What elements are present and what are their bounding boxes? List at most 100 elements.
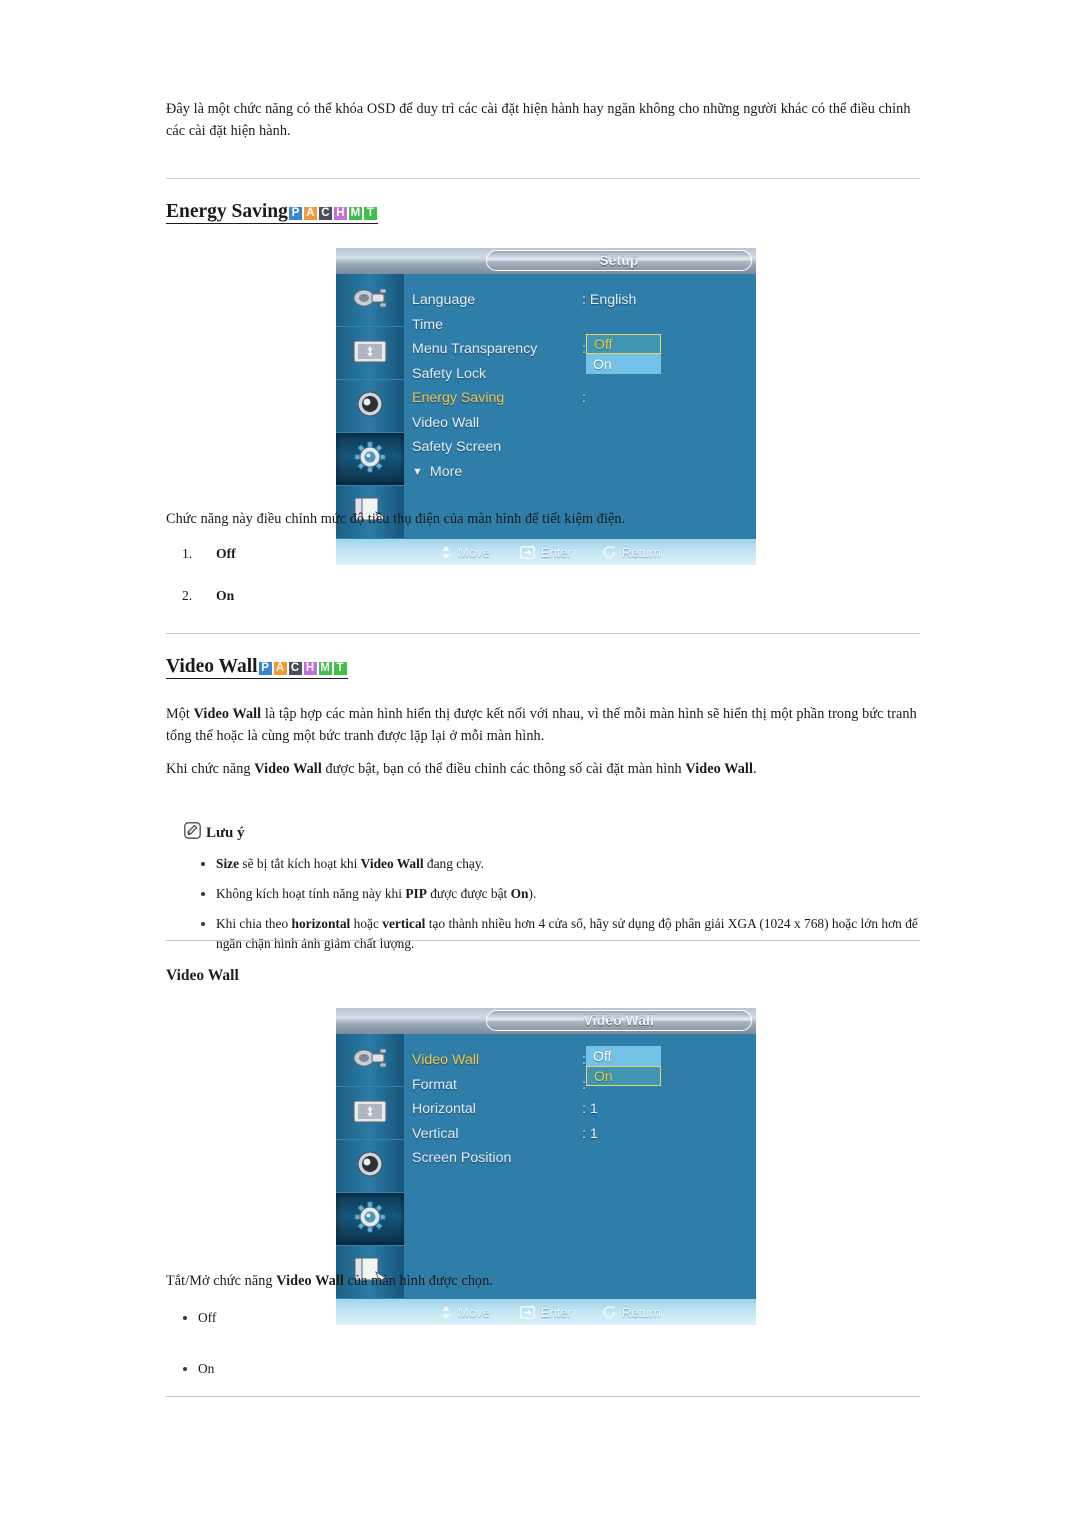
bold-text: Video Wall xyxy=(254,761,322,777)
energy-saving-option-list: 1. Off 2. On xyxy=(166,546,666,630)
osd-menu-row[interactable]: Energy Saving: xyxy=(404,386,756,411)
section-divider-1 xyxy=(166,178,920,179)
osd-menu-row-value: : 1 xyxy=(582,1101,598,1118)
osd-menu-row-value: : 1 xyxy=(582,1125,598,1142)
plain-text: Không kích hoạt tính năng này khi xyxy=(216,885,406,901)
plain-text: đang chạy. xyxy=(423,856,485,871)
bold-text: horizontal xyxy=(291,915,351,931)
osd-menu-row[interactable]: Screen Position xyxy=(404,1146,756,1171)
video-wall-heading-text: Video Wall xyxy=(166,656,258,677)
osd-menu-row[interactable]: Format: xyxy=(404,1073,756,1098)
osd-menu-list-setup: Language : English Time Menu Transparency: … xyxy=(404,274,756,539)
setup-gear-icon xyxy=(351,1201,389,1238)
option-label: Off xyxy=(216,546,236,561)
model-badges-video-wall: PACHMT xyxy=(257,661,348,677)
osd-option-off[interactable]: Off xyxy=(586,334,661,354)
osd-sidebar xyxy=(336,1034,404,1299)
osd-more-row[interactable]: ▼ More xyxy=(404,460,756,485)
chevron-down-icon: ▼ xyxy=(412,465,423,478)
osd-menu-row[interactable]: Time xyxy=(404,313,756,338)
plain-text: được bật, bạn có thể điều chỉnh các thôn… xyxy=(321,761,686,777)
video-wall-description: Tắt/Mở chức năng Video Wall của màn hình… xyxy=(166,1270,866,1292)
note-list-item: Khi chia theo horizontal hoặc vertical t… xyxy=(184,914,924,956)
osd-menu-row[interactable]: Safety Screen xyxy=(404,435,756,460)
osd-menu-row-label: Menu Transparency xyxy=(412,341,538,358)
osd-option-on[interactable]: On xyxy=(586,354,661,374)
document-page: Đây là một chức năng có thể khóa OSD để … xyxy=(0,0,1080,1527)
osd-option-popup-energy-saving[interactable]: Off On xyxy=(586,334,661,374)
bold-text: Video Wall xyxy=(193,706,262,722)
plain-text: Tắt/Mở chức năng xyxy=(166,1273,277,1289)
option-list-item: 2. On xyxy=(166,588,666,604)
osd-title-pill: Video Wall xyxy=(486,1010,752,1031)
option-list-item: Off xyxy=(166,1308,666,1329)
osd-menu-row[interactable]: Vertical : 1 xyxy=(404,1122,756,1147)
osd-sidebar-item-setup[interactable] xyxy=(336,1193,404,1246)
osd-body: Language : English Time Menu Transparency: … xyxy=(336,274,756,539)
osd-menu-row-label: Video Wall xyxy=(412,1052,480,1069)
osd-title-text: Video Wall xyxy=(583,1013,655,1028)
note-title-text: Lưu ý xyxy=(206,824,245,841)
option-list-item: 1. Off xyxy=(166,546,666,562)
osd-sidebar-item-picture[interactable] xyxy=(336,1087,404,1140)
osd-menu-row[interactable]: Horizontal : 1 xyxy=(404,1097,756,1122)
osd-sidebar-item-input[interactable] xyxy=(336,274,404,327)
sound-speaker-icon xyxy=(352,389,388,424)
osd-menu-row-label: Safety Screen xyxy=(412,439,502,456)
energy-saving-heading-text: Energy Saving xyxy=(166,201,288,222)
osd-menu-row-label: Screen Position xyxy=(412,1150,512,1167)
osd-option-on[interactable]: On xyxy=(586,1066,661,1086)
video-wall-paragraph-1: Một Video Wall là tập hợp các màn hình h… xyxy=(166,703,920,747)
osd-sidebar-item-picture[interactable] xyxy=(336,327,404,380)
osd-menu-row-label: Safety Lock xyxy=(412,365,487,382)
energy-saving-heading: Energy Saving PACHMT xyxy=(166,201,378,225)
osd-menu-row-value: : English xyxy=(582,292,637,309)
plain-text: Một xyxy=(166,706,194,722)
bold-text: On xyxy=(510,885,529,901)
bold-text: Video Wall xyxy=(685,761,753,777)
model-badge-a: A xyxy=(272,661,288,677)
osd-more-label: More xyxy=(429,463,463,480)
osd-menu-row-label: Language xyxy=(412,292,476,309)
osd-sidebar-item-input[interactable] xyxy=(336,1034,404,1087)
osd-menu-row-label: Horizontal xyxy=(412,1101,476,1118)
input-connector-icon xyxy=(350,1043,390,1078)
model-badges-energy-saving: PACHMT xyxy=(287,206,378,222)
option-number: 1. xyxy=(182,546,193,561)
bold-text: PIP xyxy=(405,885,427,901)
osd-menu-row[interactable]: Video Wall: xyxy=(404,1048,756,1073)
section-divider-3 xyxy=(166,940,920,941)
osd-menu-row[interactable]: Language : English xyxy=(404,288,756,313)
osd-sidebar-item-setup[interactable] xyxy=(336,433,404,486)
osd-sidebar xyxy=(336,274,404,539)
bold-text: Video Wall xyxy=(276,1273,344,1289)
plain-text: ). xyxy=(528,885,537,901)
osd-sidebar-item-sound[interactable] xyxy=(336,1140,404,1193)
video-wall-paragraph-2: Khi chức năng Video Wall được bật, bạn c… xyxy=(166,758,920,780)
plain-text: được được bật xyxy=(426,885,511,901)
model-badge-c: C xyxy=(287,661,303,677)
plain-text: là tập hợp các màn hình hiển thị được kế… xyxy=(166,706,917,744)
osd-sidebar-item-sound[interactable] xyxy=(336,380,404,433)
model-badge-m: M xyxy=(317,661,333,677)
plain-text: Khi chức năng xyxy=(166,761,255,777)
note-list-item: Không kích hoạt tính năng này khi PIP đư… xyxy=(184,884,924,905)
osd-menu-row[interactable]: Menu Transparency: Medium xyxy=(404,337,756,362)
osd-menu-row[interactable]: Video Wall xyxy=(404,411,756,436)
osd-title-pill: Setup xyxy=(486,250,752,271)
picture-screen-icon xyxy=(350,1096,390,1131)
model-badge-m: M xyxy=(347,206,363,222)
setup-gear-icon xyxy=(351,441,389,478)
note-block: Lưu ý Size sẽ bị tắt kích hoạt khi Video… xyxy=(184,822,924,964)
osd-menu-row[interactable]: Safety Lock xyxy=(404,362,756,387)
osd-menu-row-label: Vertical xyxy=(412,1125,459,1142)
osd-menu-row-value: : xyxy=(582,390,586,407)
osd-menu-row-label: Time xyxy=(412,316,444,333)
osd-option-popup-video-wall[interactable]: Off On xyxy=(586,1046,661,1086)
bold-text: Video Wall xyxy=(360,856,424,871)
osd-option-off[interactable]: Off xyxy=(586,1046,661,1066)
sound-speaker-icon xyxy=(352,1149,388,1184)
option-label: On xyxy=(216,588,235,603)
note-title: Lưu ý xyxy=(184,822,924,844)
model-badge-p: P xyxy=(287,206,303,222)
